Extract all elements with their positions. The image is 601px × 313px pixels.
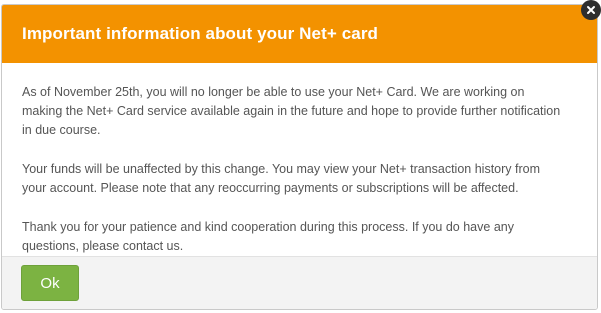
close-icon [587, 6, 595, 14]
dialog-paragraph-1: As of November 25th, you will no longer … [22, 85, 561, 137]
net-plus-info-dialog: Important information about your Net+ ca… [1, 4, 598, 310]
dialog-title: Important information about your Net+ ca… [22, 24, 379, 43]
dialog-body: As of November 25th, you will no longer … [2, 63, 597, 253]
dialog-paragraph-2: Your funds will be unaffected by this ch… [22, 162, 540, 195]
close-button[interactable] [581, 0, 601, 20]
dialog-header: Important information about your Net+ ca… [2, 5, 597, 63]
dialog-paragraph-3: Thank you for your patience and kind coo… [22, 220, 514, 253]
dialog-footer: Ok [2, 256, 597, 309]
ok-button[interactable]: Ok [21, 265, 79, 301]
